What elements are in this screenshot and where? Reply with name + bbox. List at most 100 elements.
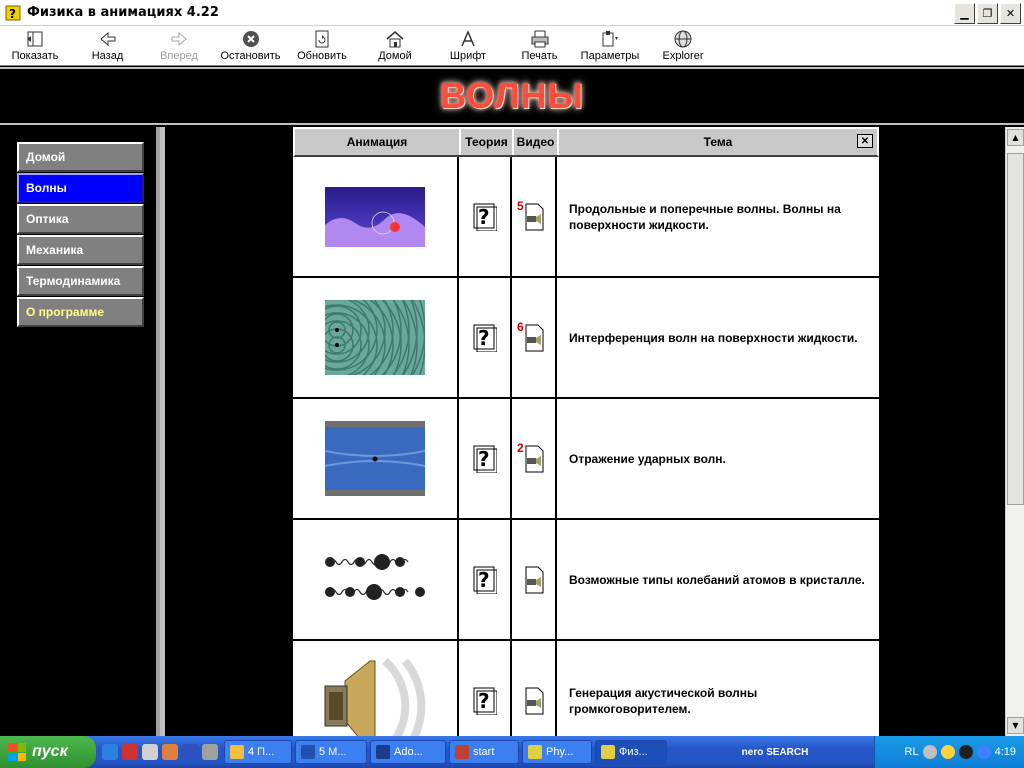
taskbar-item-start[interactable]: start xyxy=(449,740,519,764)
svg-text:?: ? xyxy=(9,7,16,21)
close-table-button[interactable]: ✕ xyxy=(857,134,873,148)
animation-thumbnail-shock-waves[interactable] xyxy=(325,421,425,496)
animation-thumbnail-loudspeaker[interactable] xyxy=(315,656,435,737)
taskbar-item-physics[interactable]: Phy... xyxy=(522,740,592,764)
show-button[interactable]: Показать xyxy=(0,26,70,66)
scroll-up-button[interactable]: ▲ xyxy=(1007,129,1024,146)
options-button[interactable]: Параметры xyxy=(577,26,643,66)
animations-table: Анимация Теория Видео Тема ✕ ? 5 Продоль… xyxy=(293,127,879,736)
svg-text:?: ? xyxy=(478,205,490,229)
video-file-icon[interactable] xyxy=(523,203,545,231)
scroll-thumb[interactable] xyxy=(1007,153,1024,505)
video-file-icon[interactable] xyxy=(523,445,545,473)
font-icon xyxy=(461,30,475,47)
theory-help-icon[interactable]: ? xyxy=(473,203,497,231)
taskbar-item-folder[interactable]: 4 П... xyxy=(224,740,292,764)
section-menu: Домой Волны Оптика Механика Термодинамик… xyxy=(17,142,144,328)
section-title: ВОЛНЫ xyxy=(440,75,584,116)
clock: 4:19 xyxy=(994,746,1016,758)
table-row: ? 5 Продольные и поперечные волны. Волны… xyxy=(293,157,879,278)
stop-button[interactable]: Остановить xyxy=(213,26,288,66)
explorer-button[interactable]: Explorer xyxy=(643,26,723,66)
header-theory: Теория xyxy=(461,129,514,155)
vertical-scrollbar[interactable]: ▲ ▼ xyxy=(1005,127,1024,736)
stop-icon xyxy=(242,31,259,47)
taskbar: пуск 4 П... 5 М... Ado... start Phy... Ф… xyxy=(0,736,1024,768)
home-button[interactable]: Домой xyxy=(356,26,434,66)
photoshop-icon xyxy=(376,745,390,759)
topic-text[interactable]: Генерация акустической волны громкоговор… xyxy=(569,685,869,717)
menu-item-optics[interactable]: Оптика xyxy=(17,204,144,234)
quick-launch xyxy=(96,744,224,760)
explorer-icon xyxy=(674,30,692,48)
video-file-icon[interactable] xyxy=(523,687,545,715)
taskbar-item-photoshop[interactable]: Ado... xyxy=(370,740,446,764)
options-icon xyxy=(602,31,618,47)
menu-item-about[interactable]: О программе xyxy=(17,297,144,327)
menu-item-home[interactable]: Домой xyxy=(17,142,144,172)
theory-help-icon[interactable]: ? xyxy=(473,566,497,594)
minimize-button[interactable]: ▁ xyxy=(954,3,975,24)
menu-item-waves[interactable]: Волны xyxy=(17,173,144,203)
restore-icon: ❐ xyxy=(982,7,993,20)
close-icon: ✕ xyxy=(1005,7,1016,20)
video-file-icon[interactable] xyxy=(523,324,545,352)
app-icon xyxy=(455,745,469,759)
svg-text:?: ? xyxy=(478,689,490,713)
window-title: Физика в анимациях 4.22 xyxy=(27,5,219,20)
close-icon: ✕ xyxy=(860,135,870,147)
opera-icon[interactable] xyxy=(122,744,138,760)
header-animation: Анимация xyxy=(295,129,461,155)
print-button[interactable]: Печать xyxy=(502,26,577,66)
topic-text[interactable]: Интерференция волн на поверхности жидкос… xyxy=(569,330,858,346)
table-row: ? 6 Интерференция волн на поверхности жи… xyxy=(293,278,879,399)
arrow-right-icon xyxy=(171,31,187,47)
close-button[interactable]: ✕ xyxy=(1000,3,1021,24)
app-icon[interactable] xyxy=(142,744,158,760)
menu-item-thermodynamics[interactable]: Термодинамика xyxy=(17,266,144,296)
table-header: Анимация Теория Видео Тема ✕ xyxy=(293,127,879,157)
svg-text:?: ? xyxy=(478,326,490,350)
windows-logo-icon xyxy=(8,743,26,761)
topic-text[interactable]: Отражение ударных волн. xyxy=(569,451,726,467)
show-panel-icon xyxy=(27,31,43,47)
back-button[interactable]: Назад xyxy=(70,26,145,66)
tool-icon[interactable] xyxy=(162,744,178,760)
start-button[interactable]: пуск xyxy=(0,736,96,768)
ie-icon[interactable] xyxy=(102,744,118,760)
tray-icon[interactable] xyxy=(922,745,937,759)
scroll-down-button[interactable]: ▼ xyxy=(1007,717,1024,734)
theory-help-icon[interactable]: ? xyxy=(473,324,497,352)
media-player-icon[interactable] xyxy=(182,744,198,760)
nero-search-logo[interactable]: nero SEARCH xyxy=(730,740,820,764)
animation-thumbnail-atom-vibrations[interactable] xyxy=(320,550,430,610)
theory-help-icon[interactable]: ? xyxy=(473,687,497,715)
video-count: 5 xyxy=(517,199,524,213)
topic-text[interactable]: Продольные и поперечные волны. Волны на … xyxy=(569,201,869,233)
word-icon xyxy=(301,745,315,759)
tray-icon[interactable] xyxy=(940,745,955,759)
tray-icon[interactable] xyxy=(958,745,973,759)
topic-text[interactable]: Возможные типы колебаний атомов в криста… xyxy=(569,572,865,588)
refresh-button[interactable]: Обновить xyxy=(288,26,356,66)
language-indicator[interactable]: RL xyxy=(905,746,919,758)
tray-icon[interactable] xyxy=(976,745,991,759)
help-app-icon xyxy=(528,745,542,759)
taskbar-item-physics-active[interactable]: Физ... xyxy=(595,740,667,764)
desktop-icon[interactable] xyxy=(202,744,218,760)
maximize-button[interactable]: ❐ xyxy=(977,3,998,24)
font-button[interactable]: Шрифт xyxy=(434,26,502,66)
video-file-icon[interactable] xyxy=(523,566,545,594)
arrow-up-icon: ▲ xyxy=(1012,133,1019,142)
content-area: Анимация Теория Видео Тема ✕ ? 5 Продоль… xyxy=(165,127,1005,736)
menu-item-mechanics[interactable]: Механика xyxy=(17,235,144,265)
system-tray: RL 4:19 xyxy=(874,736,1024,768)
forward-button[interactable]: Вперед xyxy=(145,26,213,66)
theory-help-icon[interactable]: ? xyxy=(473,445,497,473)
svg-text:?: ? xyxy=(478,447,490,471)
taskbar-item-word[interactable]: 5 М... xyxy=(295,740,367,764)
animation-thumbnail-interference[interactable] xyxy=(325,300,425,375)
table-row: ? Возможные типы колебаний атомов в крис… xyxy=(293,520,879,641)
animation-thumbnail-surface-waves[interactable] xyxy=(325,186,425,247)
minimize-icon: ▁ xyxy=(960,7,969,20)
